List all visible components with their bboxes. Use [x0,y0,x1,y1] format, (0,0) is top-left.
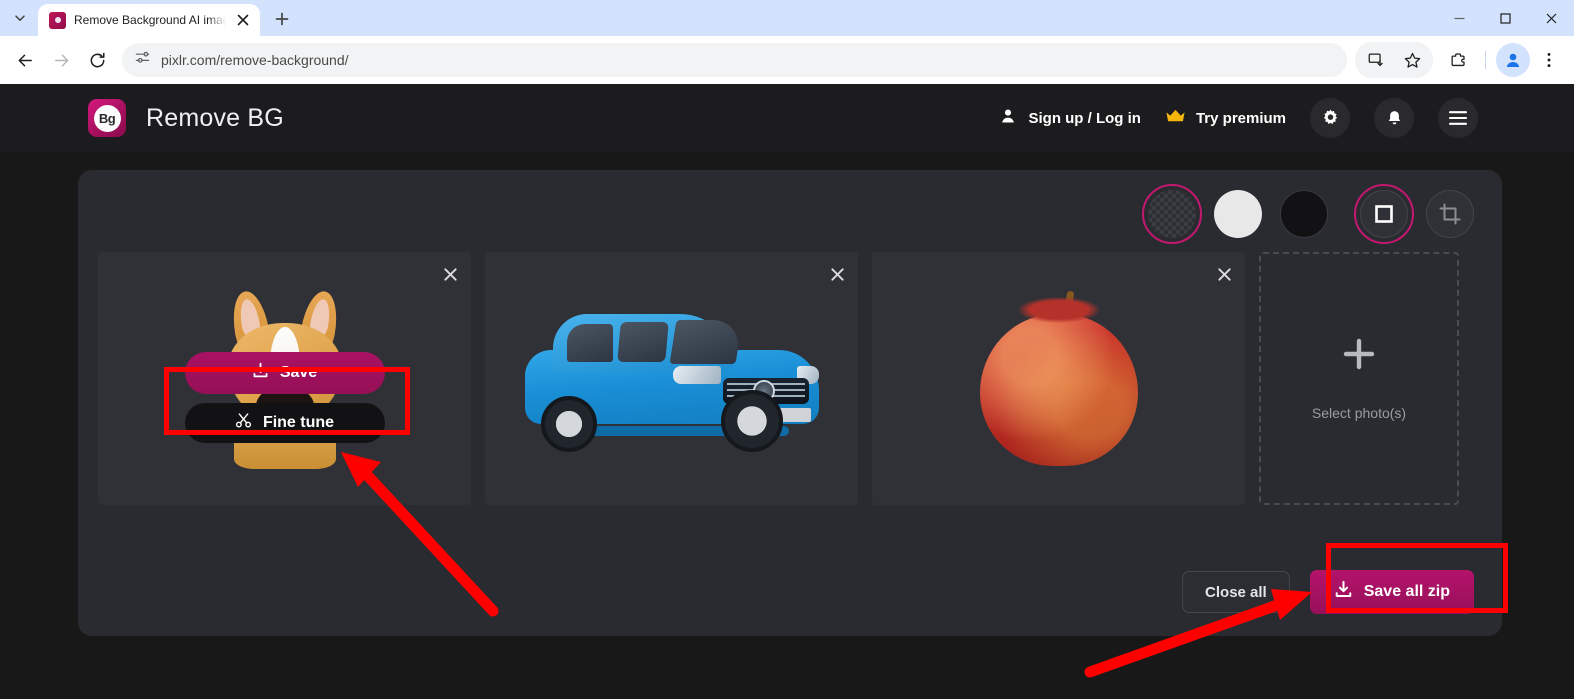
close-icon[interactable] [1216,266,1233,288]
selection-ring [1354,184,1414,244]
app-header: Bg Remove BG Sign up / Log in Try premiu… [0,84,1574,152]
forward-arrow-icon[interactable] [44,43,78,77]
close-all-label: Close all [1205,583,1267,601]
download-icon [252,362,269,384]
maximize-button[interactable] [1482,0,1528,36]
editor-panel: Save Fine tune Select photo(s) Close all… [78,170,1502,636]
tab-search-chevron-icon[interactable] [6,4,34,32]
close-icon[interactable] [829,266,846,288]
bg-option-white[interactable] [1214,190,1262,238]
fine-tune-label: Fine tune [262,414,335,431]
header-actions: Sign up / Log in Try premium [999,98,1478,138]
bookmark-star-icon[interactable] [1395,43,1429,77]
photo-card-car[interactable] [485,252,858,505]
stage-footer-actions: Close all Save all zip [1182,570,1474,614]
hamburger-icon[interactable] [1438,98,1478,138]
bg-option-crop[interactable] [1426,190,1474,238]
scissors-icon [235,412,252,434]
back-arrow-icon[interactable] [8,43,42,77]
selection-ring [1142,184,1202,244]
minimize-button[interactable] [1436,0,1482,36]
toolbar-divider [1485,51,1486,69]
photo-thumbnail [485,252,858,505]
logo-text: Bg [93,104,121,132]
new-tab-button[interactable] [268,5,296,33]
tab-title: Remove Background AI image e [74,13,226,27]
page-title: Remove BG [146,103,284,132]
save-all-zip-label: Save all zip [1363,583,1450,600]
photo-grid: Save Fine tune Select photo(s) [98,252,1459,505]
pixlr-favicon-icon [49,11,66,29]
black-swatch-icon [1280,190,1328,238]
reload-icon[interactable] [80,43,114,77]
signup-login-button[interactable]: Sign up / Log in [999,107,1141,129]
close-tab-icon[interactable] [234,11,252,29]
extensions-puzzle-icon[interactable] [1441,43,1475,77]
apple-image [979,290,1138,466]
toolbar-actions [1355,42,1566,78]
try-premium-label: Try premium [1195,109,1286,127]
site-settings-icon[interactable] [134,49,151,71]
close-icon[interactable] [442,266,459,288]
save-button[interactable]: Save [184,352,385,394]
tab-strip: Remove Background AI image e [0,0,1574,36]
save-all-zip-button[interactable]: Save all zip [1309,570,1474,614]
download-icon [1334,580,1353,604]
bell-icon[interactable] [1374,98,1414,138]
plus-icon [1341,336,1377,377]
browser-window: Remove Background AI image e [0,0,1574,699]
white-swatch-icon [1214,190,1262,238]
close-window-button[interactable] [1528,0,1574,36]
install-app-icon[interactable] [1359,43,1393,77]
address-bar[interactable]: pixlr.com/remove-background/ [122,43,1347,77]
person-icon [999,107,1017,129]
card-action-buttons: Save Fine tune [184,352,385,443]
photo-card-dog[interactable]: Save Fine tune [98,252,471,505]
browser-tab[interactable]: Remove Background AI image e [38,4,260,36]
bg-option-transparent[interactable] [1142,184,1202,244]
signup-login-label: Sign up / Log in [1028,109,1141,127]
bg-option-black[interactable] [1280,190,1328,238]
browser-toolbar: pixlr.com/remove-background/ [0,36,1574,84]
crop-icon [1426,190,1474,238]
background-options [1142,184,1474,244]
url-text: pixlr.com/remove-background/ [161,52,349,68]
try-premium-button[interactable]: Try premium [1165,108,1286,128]
select-photos-label: Select photo(s) [1311,405,1407,421]
photo-card-apple[interactable] [872,252,1245,505]
close-all-button[interactable]: Close all [1182,571,1290,613]
save-label: Save [279,364,318,381]
brand[interactable]: Bg Remove BG [88,99,284,137]
select-photos-dropzone[interactable]: Select photo(s) [1259,252,1459,505]
car-image [519,304,825,454]
photo-thumbnail [872,252,1245,505]
gear-icon[interactable] [1310,98,1350,138]
fine-tune-button[interactable]: Fine tune [184,403,385,443]
removebg-logo-icon: Bg [88,99,126,137]
window-controls [1436,0,1574,36]
three-dot-menu-icon[interactable] [1532,43,1566,77]
app-page: Bg Remove BG Sign up / Log in Try premiu… [0,84,1574,699]
bg-option-fit[interactable] [1354,184,1414,244]
crown-icon [1165,108,1186,128]
profile-avatar-icon[interactable] [1496,43,1530,77]
